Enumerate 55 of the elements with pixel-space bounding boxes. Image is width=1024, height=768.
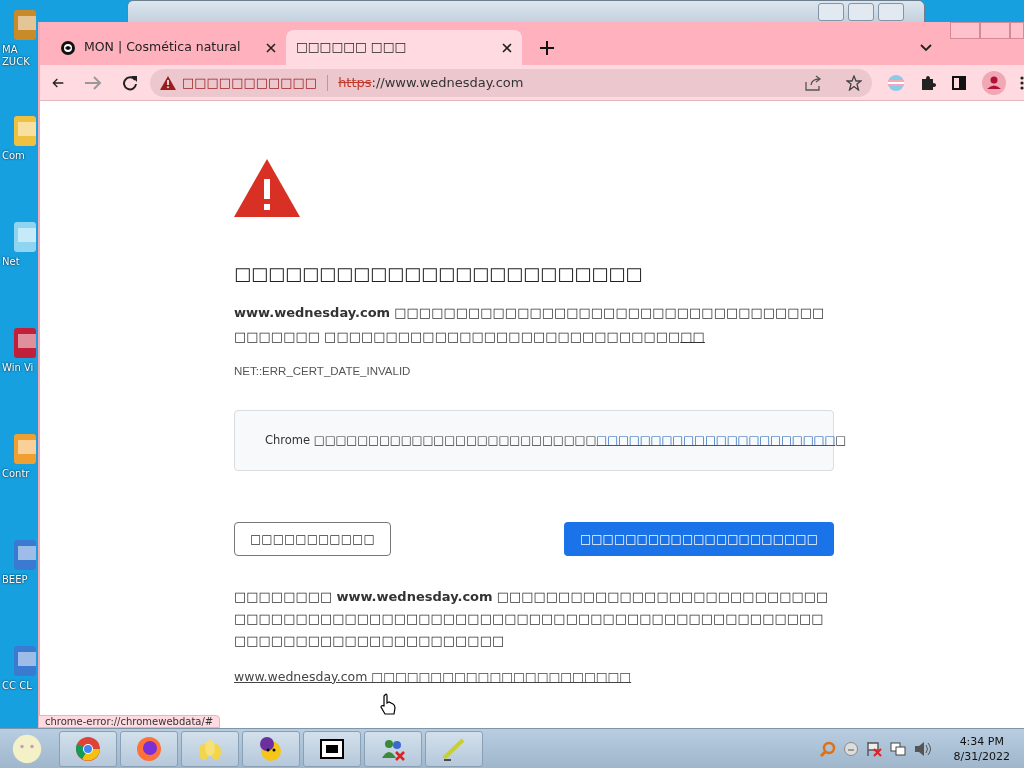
icon-label: CC CL <box>2 680 33 692</box>
icon-label: Com <box>2 150 26 162</box>
network-icon[interactable] <box>889 740 906 757</box>
details-text: □□□□□□□□ www.wednesday.com □□□□□□□□□□□□□□□□□□□□□□□□□□□□□□□□□□□□□□□□□□□□□□□□□□□□□□□□□□□□□□□□□□□□□□□□□□□□□□□□□□□□□□□□□□□□□□□□□ <box>234 587 830 650</box>
browser-tab[interactable]: □□□□□□ □□□ <box>286 30 522 65</box>
desktop-icon <box>14 328 36 358</box>
reload-icon[interactable] <box>122 74 138 91</box>
profile-icon[interactable] <box>982 70 1006 95</box>
menu-icon[interactable] <box>1020 75 1024 90</box>
url-text: https://www.wednesday.com <box>338 73 524 92</box>
learn-more-link[interactable]: □□ <box>680 328 705 344</box>
desktop-icon <box>14 10 36 40</box>
side-panel-icon[interactable] <box>952 75 966 90</box>
icon-label: MA ZUCK <box>2 44 31 68</box>
advanced-button[interactable]: □□□□□□□□□□□ <box>234 521 391 556</box>
fox-globe-icon <box>136 735 162 762</box>
ball-icon <box>75 735 101 762</box>
site-icon <box>60 39 76 56</box>
address-bar[interactable]: □□□□□□□□□□□ https://www.wednesday.com <box>150 68 872 97</box>
icon-label: Win Vi <box>2 362 35 374</box>
desktop-icon <box>14 434 36 464</box>
close-icon[interactable] <box>502 42 512 53</box>
chevron-down-icon[interactable] <box>920 44 932 52</box>
warning-icon <box>160 75 176 90</box>
back-to-safety-button[interactable]: □□□□□□□□□□□□□□□□□□□□□ <box>563 521 834 556</box>
speaker-icon[interactable] <box>913 740 932 757</box>
desktop-icon <box>14 646 36 676</box>
desktop-icon <box>14 116 36 146</box>
tip-text: Chrome □□□□□□□□□□□□□□□□□□□□□□□□□□□□□□□□□□□□□□□□□□□□□□□□□ <box>265 431 847 449</box>
taskbar-button[interactable] <box>303 730 361 767</box>
close-icon[interactable] <box>266 42 276 53</box>
intro-text: www.wednesday.com □□□□□□□□□□□□□□□□□□□□□□□□□□□□□□□□□□□□□□□□□□ □□□□□□□□□□□□□□□□□□□□□□□□□□□□□□□ <box>234 303 826 346</box>
security-label[interactable]: □□□□□□□□□□□ <box>182 72 318 93</box>
flag-icon[interactable] <box>865 740 882 757</box>
icon-label: Net <box>2 256 21 268</box>
warning-icon <box>234 159 300 217</box>
error-code: NET::ERR_CERT_DATE_INVALID <box>234 363 412 379</box>
proceed-link[interactable]: www.wednesday.com □□□□□□□□□□□□□□□□□□□□□□ <box>234 668 632 684</box>
icon-label: BEEP <box>2 574 29 586</box>
clock-date[interactable]: 8/31/2022 <box>953 748 1010 764</box>
new-tab-icon[interactable] <box>540 41 554 55</box>
puzzle-icon[interactable] <box>920 74 936 91</box>
tip-link[interactable]: □□□□□□□□□□□□□□□□□□□□□□ <box>596 432 836 447</box>
smiley-icon <box>258 735 284 762</box>
hand-cursor-icon <box>380 693 396 715</box>
icon-label: Contr <box>2 468 31 480</box>
browser-tab[interactable]: MON | Cosmética natural <box>50 30 286 65</box>
taskbar-button[interactable] <box>242 730 300 767</box>
star-icon[interactable] <box>846 74 862 91</box>
error-heading: □□□□□□□□□□□□□□□□□□□□□□□□ <box>234 263 644 285</box>
desktop-icon <box>14 222 36 252</box>
status-url: chrome-error://chromewebdata/# <box>38 715 221 728</box>
clock-time[interactable]: 4:34 PM <box>953 733 1010 749</box>
desktop-icon <box>14 540 36 570</box>
share-icon[interactable] <box>804 74 822 91</box>
